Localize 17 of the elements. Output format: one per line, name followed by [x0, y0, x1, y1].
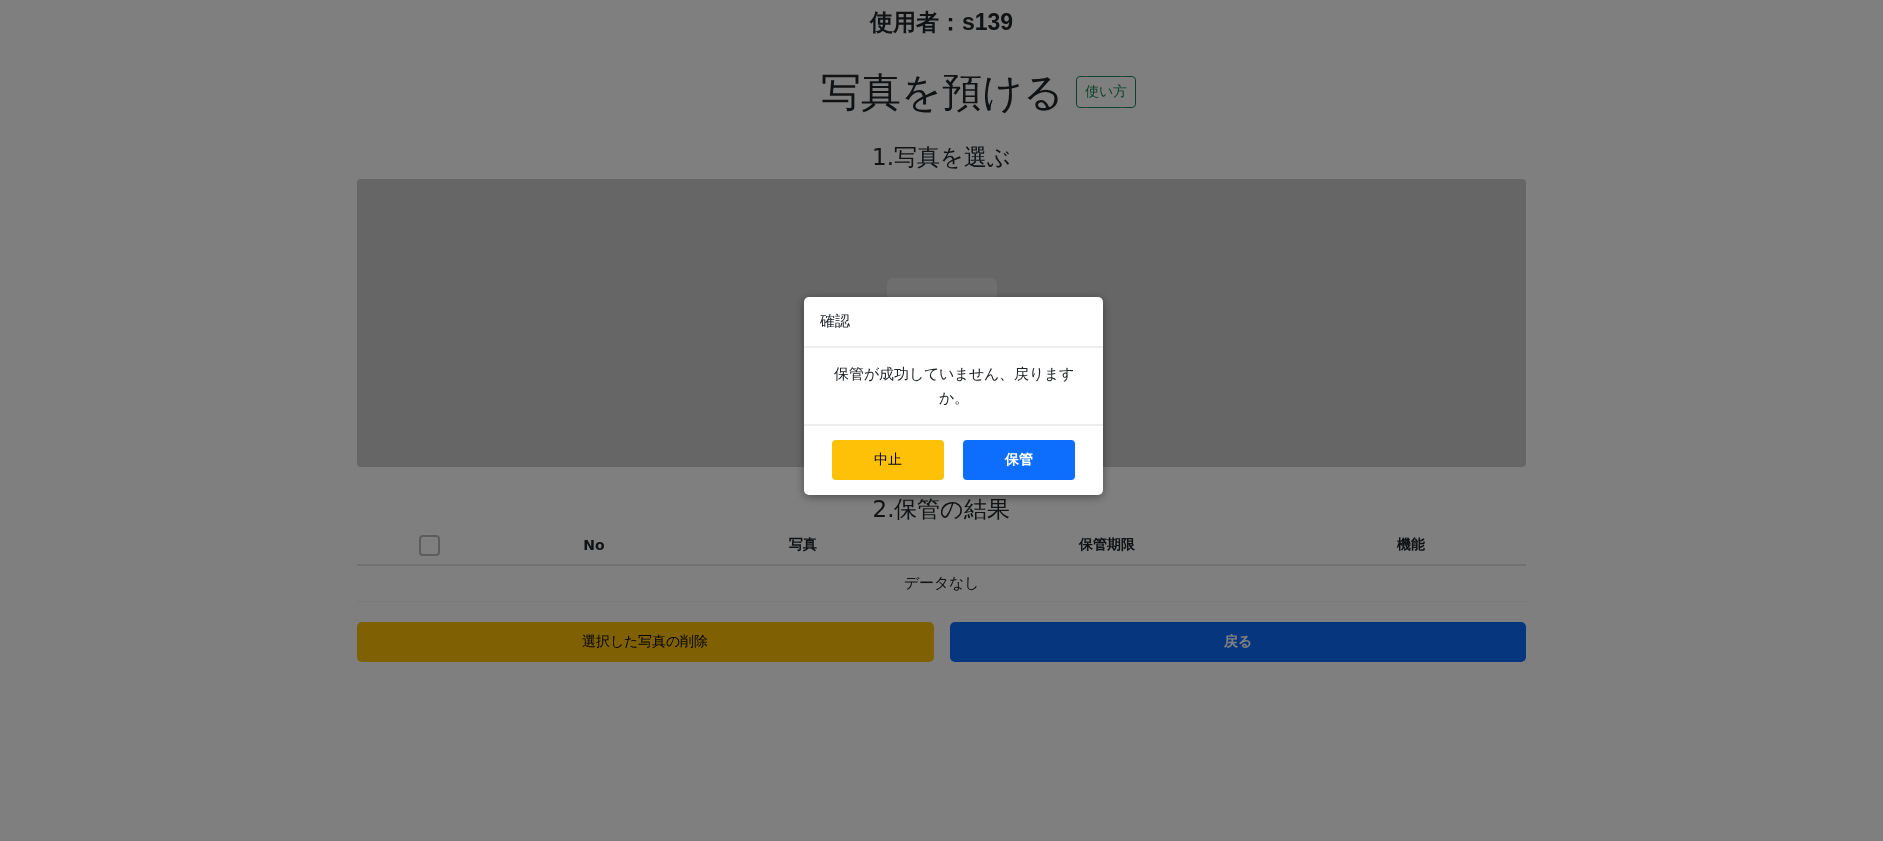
action-button[interactable]: 選択した写真の削除 — [357, 622, 934, 662]
dialog-title: 確認 — [820, 312, 850, 330]
empty-message: データなし — [904, 574, 979, 592]
dialog-button[interactable]: 保管 — [963, 440, 1075, 480]
section-heading: 2.保管の結果 — [872, 495, 1011, 524]
select-all-checkbox[interactable] — [418, 534, 440, 556]
column-header: 機能 — [1396, 536, 1425, 554]
column-header: 保管期限 — [1079, 536, 1135, 554]
action-button[interactable]: 戻る — [949, 622, 1526, 662]
user-label: 使用者：s139 — [869, 8, 1014, 36]
help-button[interactable]: 使い方 — [1076, 76, 1136, 108]
column-header: No — [583, 537, 605, 553]
dialog-message: 保管が成功していません、戻りますか。 — [833, 365, 1074, 407]
section-heading: 1.写真を選ぶ — [872, 143, 1011, 172]
dialog-button[interactable]: 中止 — [832, 440, 944, 480]
column-header: 写真 — [789, 536, 817, 554]
page-title: 写真を預ける — [821, 68, 1064, 116]
